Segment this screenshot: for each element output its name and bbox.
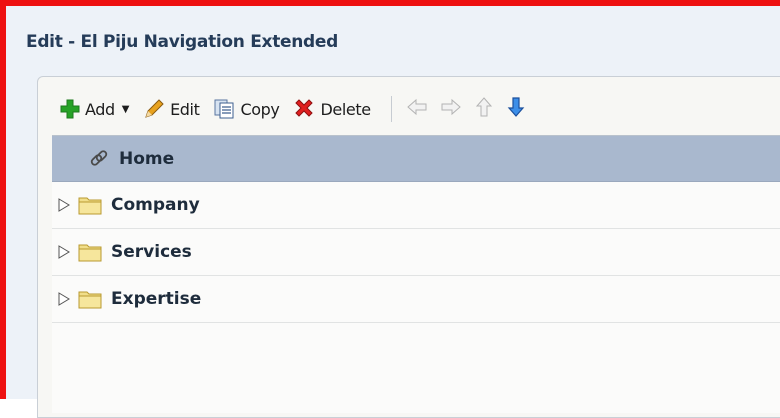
copy-icon bbox=[213, 98, 235, 120]
toolbar-separator bbox=[390, 96, 392, 122]
delete-x-icon bbox=[293, 98, 315, 120]
tree-item-label: Home bbox=[119, 148, 175, 169]
page-title: Edit - El Piju Navigation Extended bbox=[26, 32, 339, 52]
copy-label: Copy bbox=[240, 99, 280, 119]
tree-item-label: Expertise bbox=[111, 289, 202, 309]
add-button[interactable]: Add ▼ bbox=[60, 99, 129, 119]
folder-icon bbox=[78, 242, 102, 262]
move-left-button[interactable] bbox=[406, 97, 428, 121]
plus-icon bbox=[60, 99, 80, 119]
expand-triangle-icon[interactable] bbox=[58, 292, 78, 306]
navigation-panel: Add ▼ Edit Copy Delete Home Company Serv… bbox=[37, 76, 780, 418]
toolbar: Add ▼ Edit Copy Delete bbox=[38, 89, 780, 129]
navigation-tree: Home Company Services Expertise bbox=[52, 135, 780, 413]
expand-triangle-icon[interactable] bbox=[58, 245, 78, 259]
tree-empty-area bbox=[52, 323, 780, 413]
tree-item-label: Services bbox=[111, 242, 192, 262]
copy-button[interactable]: Copy bbox=[213, 98, 280, 120]
arrow-left-icon bbox=[406, 97, 428, 121]
pencil-icon bbox=[143, 98, 165, 120]
tree-item-label: Company bbox=[111, 195, 200, 215]
tree-row-company[interactable]: Company bbox=[52, 182, 780, 229]
expand-triangle-icon[interactable] bbox=[58, 198, 78, 212]
tree-row-services[interactable]: Services bbox=[52, 229, 780, 276]
folder-icon bbox=[78, 289, 102, 309]
tree-row-expertise[interactable]: Expertise bbox=[52, 276, 780, 323]
tree-row-home[interactable]: Home bbox=[52, 136, 780, 182]
move-right-button[interactable] bbox=[440, 97, 462, 121]
arrow-right-icon bbox=[440, 97, 462, 121]
chevron-down-icon: ▼ bbox=[121, 103, 130, 115]
add-label: Add bbox=[85, 99, 115, 119]
delete-button[interactable]: Delete bbox=[293, 98, 371, 120]
arrow-up-icon bbox=[474, 96, 494, 122]
edit-button[interactable]: Edit bbox=[143, 98, 200, 120]
dialog-frame: Edit - El Piju Navigation Extended Add ▼ bbox=[0, 0, 780, 418]
delete-label: Delete bbox=[320, 99, 371, 119]
move-up-button[interactable] bbox=[474, 96, 494, 122]
folder-icon bbox=[78, 195, 102, 215]
link-icon bbox=[88, 148, 110, 170]
arrow-down-icon bbox=[506, 96, 526, 122]
edit-label: Edit bbox=[170, 99, 200, 119]
move-down-button[interactable] bbox=[506, 96, 526, 122]
